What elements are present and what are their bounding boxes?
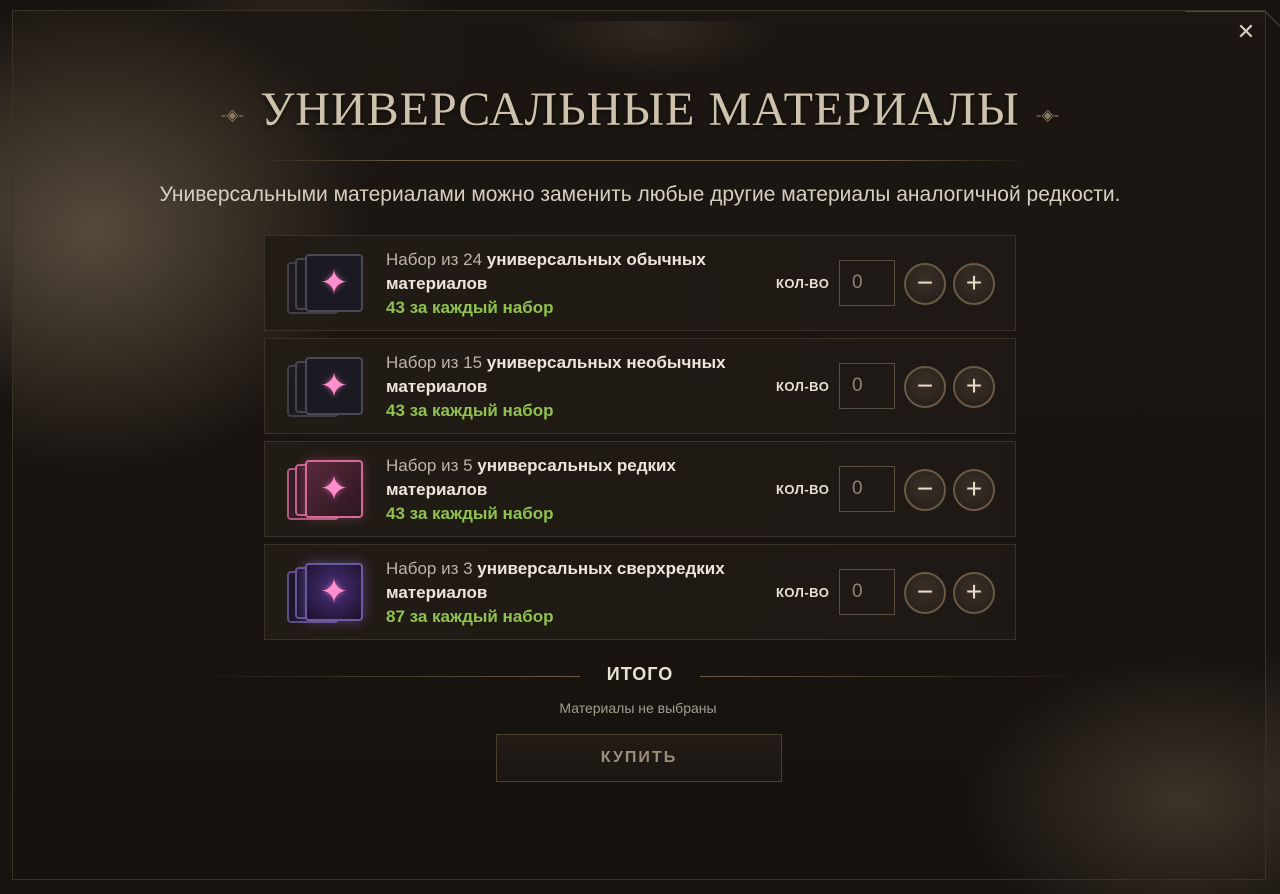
row-description: Набор из 15 универсальных необычных мате… <box>386 351 766 423</box>
quantity-input[interactable]: 0 <box>839 569 895 615</box>
total-section: ИТОГО <box>180 664 1100 688</box>
uncommon-material-icon: ✦ <box>287 357 367 417</box>
price-line: 43 за каждый набор <box>386 399 766 423</box>
quantity-label: КОЛ-ВО <box>776 585 830 600</box>
quantity-input[interactable]: 0 <box>839 363 895 409</box>
quantity-input[interactable]: 0 <box>839 466 895 512</box>
price-value: 87 <box>386 607 405 626</box>
increase-button[interactable]: + <box>953 572 995 614</box>
increase-button[interactable]: + <box>953 469 995 511</box>
dialog-title: УНИВЕРСАЛЬНЫЕ МАТЕРИАЛЫ <box>260 83 1020 136</box>
material-row-rare: ✦ Набор из 5 универсальных редких матери… <box>264 441 1016 537</box>
price-value: 43 <box>386 504 405 523</box>
star-icon: ✦ <box>319 470 349 508</box>
star-icon: ✦ <box>319 367 349 405</box>
quantity-input[interactable]: 0 <box>839 260 895 306</box>
star-icon: ✦ <box>319 264 349 302</box>
price-suffix: за каждый набор <box>404 401 554 420</box>
rare-material-icon: ✦ <box>287 460 367 520</box>
row-prefix: Набор из 3 <box>386 559 478 578</box>
title-bar: -◈- УНИВЕРСАЛЬНЫЕ МАТЕРИАЛЫ -◈- <box>0 82 1280 137</box>
price-line: 43 за каждый набор <box>386 502 766 526</box>
common-material-icon: ✦ <box>287 254 367 314</box>
price-suffix: за каждый набор <box>404 504 554 523</box>
row-description: Набор из 5 универсальных редких материал… <box>386 454 766 526</box>
decrease-button[interactable]: − <box>904 469 946 511</box>
row-prefix: Набор из 24 <box>386 250 487 269</box>
decrease-button[interactable]: − <box>904 572 946 614</box>
price-suffix: за каждый набор <box>404 607 554 626</box>
selection-status: Материалы не выбраны <box>559 700 717 716</box>
price-suffix: за каждый набор <box>404 298 554 317</box>
dialog-description: Универсальными материалами можно заменит… <box>159 183 1121 206</box>
price-line: 43 за каждый набор <box>386 296 766 320</box>
decrease-button[interactable]: − <box>904 263 946 305</box>
price-line: 87 за каждый набор <box>386 605 766 629</box>
close-icon[interactable]: ✕ <box>1234 20 1258 44</box>
quantity-label: КОЛ-ВО <box>776 379 830 394</box>
ornament-right-icon: -◈- <box>1036 106 1060 124</box>
increase-button[interactable]: + <box>953 263 995 305</box>
quantity-label: КОЛ-ВО <box>776 276 830 291</box>
star-icon: ✦ <box>319 573 349 611</box>
row-prefix: Набор из 15 <box>386 353 487 372</box>
material-row-uncommon: ✦ Набор из 15 универсальных необычных ма… <box>264 338 1016 434</box>
total-label: ИТОГО <box>606 664 674 684</box>
buy-button[interactable]: КУПИТЬ <box>496 734 782 782</box>
material-row-epic: ✦ Набор из 3 универсальных сверхредких м… <box>264 544 1016 640</box>
ornament-left-icon: -◈- <box>220 106 244 124</box>
row-description: Набор из 24 универсальных обычных матери… <box>386 248 766 320</box>
price-value: 43 <box>386 298 405 317</box>
material-row-common: ✦ Набор из 24 универсальных обычных мате… <box>264 235 1016 331</box>
row-description: Набор из 3 универсальных сверхредких мат… <box>386 557 766 629</box>
title-divider <box>250 160 1030 161</box>
quantity-label: КОЛ-ВО <box>776 482 830 497</box>
price-value: 43 <box>386 401 405 420</box>
increase-button[interactable]: + <box>953 366 995 408</box>
epic-material-icon: ✦ <box>287 563 367 623</box>
row-prefix: Набор из 5 <box>386 456 478 475</box>
decrease-button[interactable]: − <box>904 366 946 408</box>
